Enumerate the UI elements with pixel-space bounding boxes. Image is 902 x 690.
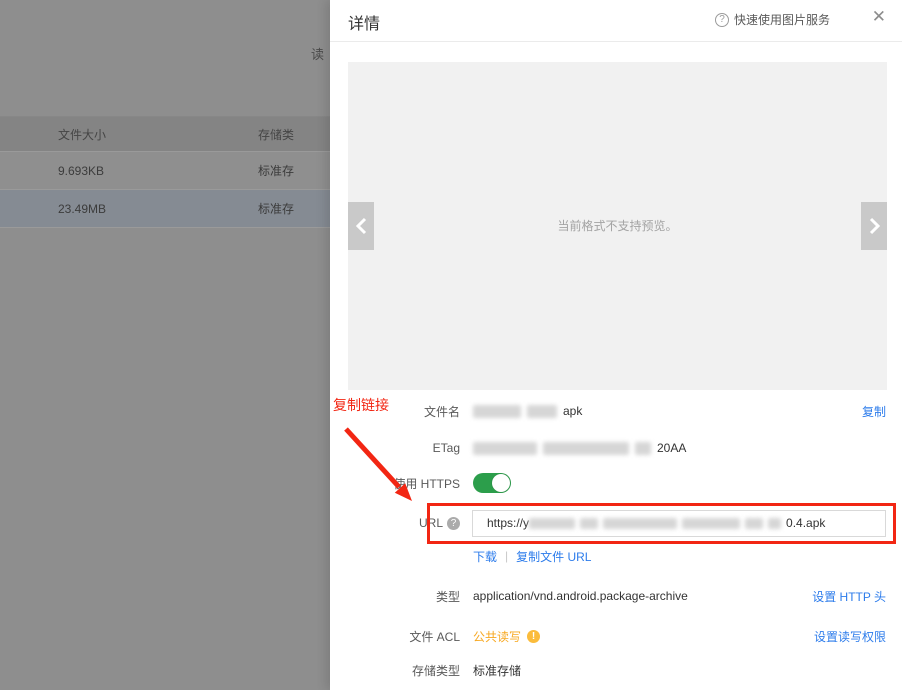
copy-filename-button[interactable]: 复制 (862, 403, 886, 420)
column-header-storage: 存储类 (258, 126, 318, 143)
close-icon[interactable]: ✕ (872, 7, 886, 27)
url-suffix: 0.4.apk (786, 516, 825, 530)
etag-suffix: 20AA (657, 441, 686, 455)
url-prefix: https://y (487, 516, 529, 530)
link-divider: | (505, 549, 508, 563)
warning-icon: ! (527, 630, 540, 643)
redacted-block (527, 405, 557, 418)
https-toggle[interactable] (473, 473, 511, 493)
redacted-block (682, 518, 740, 529)
details-panel: 详情 ? 快速使用图片服务 ✕ 当前格式不支持预览。 文件名 apk 复制 (330, 0, 902, 690)
table-row[interactable]: 9.693KB 标准存 (0, 152, 330, 190)
https-row: 使用 HTTPS (330, 472, 902, 494)
redacted-block (473, 405, 521, 418)
redacted-block (603, 518, 677, 529)
redacted-block (635, 442, 651, 455)
table-row-selected[interactable]: 23.49MB 标准存 (0, 190, 330, 228)
storage-type-row: 存储类型 标准存储 (330, 661, 902, 679)
redacted-block (768, 518, 781, 529)
toggle-knob (492, 474, 510, 492)
set-acl-permissions-link[interactable]: 设置读写权限 (814, 628, 886, 645)
filename-suffix: apk (563, 404, 582, 418)
use-https-label: 使用 HTTPS (330, 475, 460, 492)
url-input[interactable]: https://y 0.4.apk (472, 510, 886, 537)
clipped-background-text: 读 (311, 44, 330, 63)
acl-label: 文件 ACL (330, 628, 460, 645)
redacted-block (580, 518, 598, 529)
redacted-block (745, 518, 763, 529)
storage-class-cell: 标准存 (258, 200, 318, 217)
chevron-left-icon (356, 217, 367, 235)
file-size-cell: 9.693KB (58, 164, 258, 178)
chevron-right-icon (869, 217, 880, 235)
type-label: 类型 (330, 588, 460, 605)
column-header-size: 文件大小 (58, 126, 258, 143)
panel-header: 详情 ? 快速使用图片服务 ✕ (330, 0, 902, 42)
file-table-header: 文件大小 存储类 (0, 116, 330, 152)
next-file-button[interactable] (861, 202, 887, 250)
help-circle-icon: ? (715, 13, 729, 27)
redacted-block (529, 518, 575, 529)
etag-value: 20AA (473, 441, 686, 455)
redacted-block (473, 442, 537, 455)
annotation-copy-link-label: 复制链接 (333, 395, 389, 415)
url-label: URL (419, 516, 443, 530)
url-help-icon[interactable]: ? (447, 517, 460, 530)
preview-unsupported-message: 当前格式不支持预览。 (348, 217, 887, 234)
type-row: 类型 application/vnd.android.package-archi… (330, 587, 902, 605)
storage-type-label: 存储类型 (330, 662, 460, 679)
panel-title: 详情 (348, 10, 380, 34)
redacted-block (543, 442, 629, 455)
url-actions-row: 下载 | 复制文件 URL (330, 547, 902, 565)
storage-type-value: 标准存储 (473, 662, 521, 679)
type-value: application/vnd.android.package-archive (473, 589, 688, 603)
file-size-cell: 23.49MB (58, 202, 258, 216)
file-table: 文件大小 存储类 9.693KB 标准存 23.49MB 标准存 (0, 116, 330, 228)
etag-row: ETag 20AA (330, 438, 902, 458)
acl-value: 公共读写 (473, 628, 521, 645)
quick-image-service-link[interactable]: ? 快速使用图片服务 (715, 11, 830, 28)
help-link-label: 快速使用图片服务 (734, 11, 830, 28)
set-http-header-link[interactable]: 设置 HTTP 头 (812, 588, 886, 605)
dimmed-page-overlay: 读 文件大小 存储类 9.693KB 标准存 23.49MB 标准存 (0, 0, 330, 690)
copy-file-url-link[interactable]: 复制文件 URL (516, 548, 591, 565)
filename-value: apk (473, 404, 582, 418)
etag-label: ETag (330, 441, 460, 455)
preview-area: 当前格式不支持预览。 (348, 62, 887, 390)
previous-file-button[interactable] (348, 202, 374, 250)
filename-row: 文件名 apk 复制 (330, 401, 902, 421)
storage-class-cell: 标准存 (258, 162, 318, 179)
download-link[interactable]: 下载 (473, 548, 497, 565)
acl-row: 文件 ACL 公共读写 ! 设置读写权限 (330, 627, 902, 645)
url-row: URL ? https://y 0.4.apk (330, 509, 902, 537)
